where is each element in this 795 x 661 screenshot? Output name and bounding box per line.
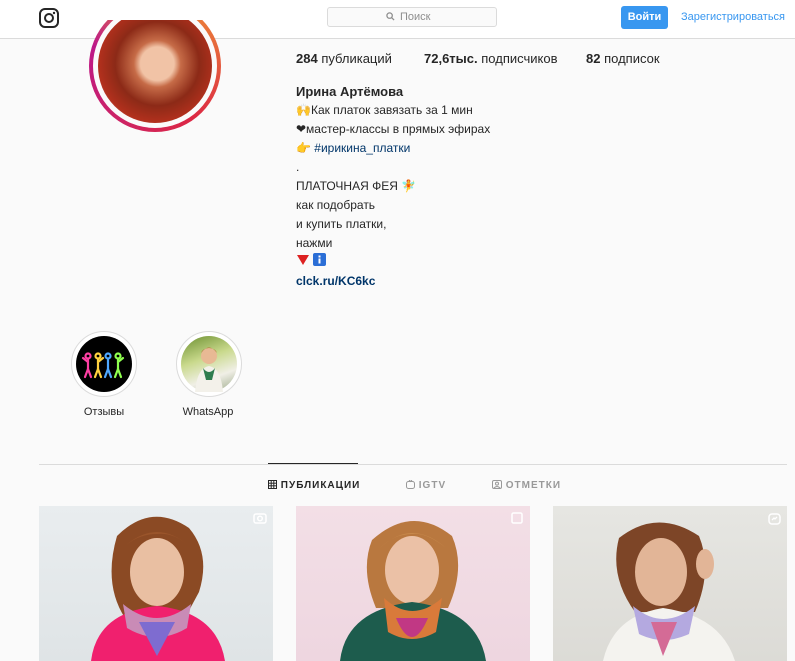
search-input[interactable]: Поиск <box>327 7 497 27</box>
bio-line: 🙌Как платок завязать за 1 мин <box>296 101 490 120</box>
highlight-label[interactable]: Отзывы <box>59 406 149 418</box>
posts-count-value: 284 <box>296 51 318 66</box>
search-icon <box>386 12 395 21</box>
highlight-label[interactable]: WhatsApp <box>163 406 253 418</box>
post-tile[interactable] <box>553 506 787 661</box>
highlight-cover <box>181 336 237 392</box>
bio-website-link[interactable]: clck.ru/KC6kc <box>296 274 375 288</box>
search-placeholder: Поиск <box>400 11 431 23</box>
tab-posts[interactable]: ПУБЛИКАЦИИ <box>268 480 360 491</box>
tagged-icon <box>492 480 502 489</box>
posts-count-label: публикаций <box>321 51 392 66</box>
bio-line: ПЛАТОЧНАЯ ФЕЯ 🧚 <box>296 177 490 196</box>
post-photo-image <box>91 516 225 661</box>
post-tile[interactable] <box>39 506 273 661</box>
login-button[interactable]: Войти <box>621 6 668 29</box>
bio-line: ❤мастер-классы в прямых эфирах <box>296 122 491 136</box>
bio-line: . <box>296 160 300 174</box>
video-icon <box>253 512 267 526</box>
posts-count: 284 публикаций <box>296 51 392 66</box>
register-link[interactable]: Зарегистрироваться <box>681 11 785 23</box>
tabs-divider <box>39 464 787 465</box>
bio-line: как подобрать <box>296 198 376 212</box>
bio-line: нажми <box>296 236 333 250</box>
following-count-value: 82 <box>586 51 601 66</box>
instagram-logo-icon[interactable] <box>39 8 59 28</box>
highlight-whatsapp[interactable] <box>176 331 242 397</box>
tab-igtv[interactable]: IGTV <box>406 479 447 491</box>
fairy-emoji-icon: 🧚 <box>397 179 417 193</box>
tab-label: ОТМЕТКИ <box>505 480 562 491</box>
bio-text: Как платок завязать за 1 мин <box>310 103 473 117</box>
carousel-icon <box>510 512 524 526</box>
pointing-hand-emoji-icon: 👉 <box>296 141 315 155</box>
woman-photo-image <box>195 347 223 392</box>
hands-emoji-icon: 🙌 <box>296 103 311 117</box>
igtv-icon <box>767 512 781 526</box>
active-tab-indicator <box>268 463 358 464</box>
post-photo-image <box>340 520 486 661</box>
profile-avatar[interactable] <box>89 20 221 136</box>
profile-full-name: Ирина Артёмова <box>296 84 404 99</box>
tab-tagged[interactable]: ОТМЕТКИ <box>492 480 561 491</box>
grid-icon <box>268 480 277 489</box>
hashtag-link[interactable]: #ирикина_платки <box>314 141 410 155</box>
red-triangle-info-emoji-icon <box>297 253 326 266</box>
followers-count-label: подписчиков <box>481 51 558 66</box>
highlight-reviews[interactable] <box>71 331 137 397</box>
following-count[interactable]: 82 подписок <box>586 51 660 66</box>
bio-line: и купить платки, <box>296 217 387 231</box>
post-photo-image <box>603 522 735 661</box>
profile-bio: 🙌Как платок завязать за 1 мин ❤мастер-кл… <box>296 101 490 291</box>
bio-text: ПЛАТОЧНАЯ ФЕЯ <box>296 179 398 193</box>
post-tile[interactable] <box>296 506 530 661</box>
dancing-figures-image <box>81 352 125 379</box>
igtv-icon <box>406 479 415 489</box>
tab-label: ПУБЛИКАЦИИ <box>280 480 361 491</box>
highlight-cover <box>76 336 132 392</box>
bio-line: 👉 #ирикина_платки <box>296 139 490 158</box>
followers-count[interactable]: 72,6тыс. подписчиков <box>424 51 557 66</box>
following-count-label: подписок <box>604 51 660 66</box>
followers-count-value: 72,6тыс. <box>424 51 478 66</box>
tab-label: IGTV <box>418 480 447 491</box>
bio-line <box>296 253 490 272</box>
